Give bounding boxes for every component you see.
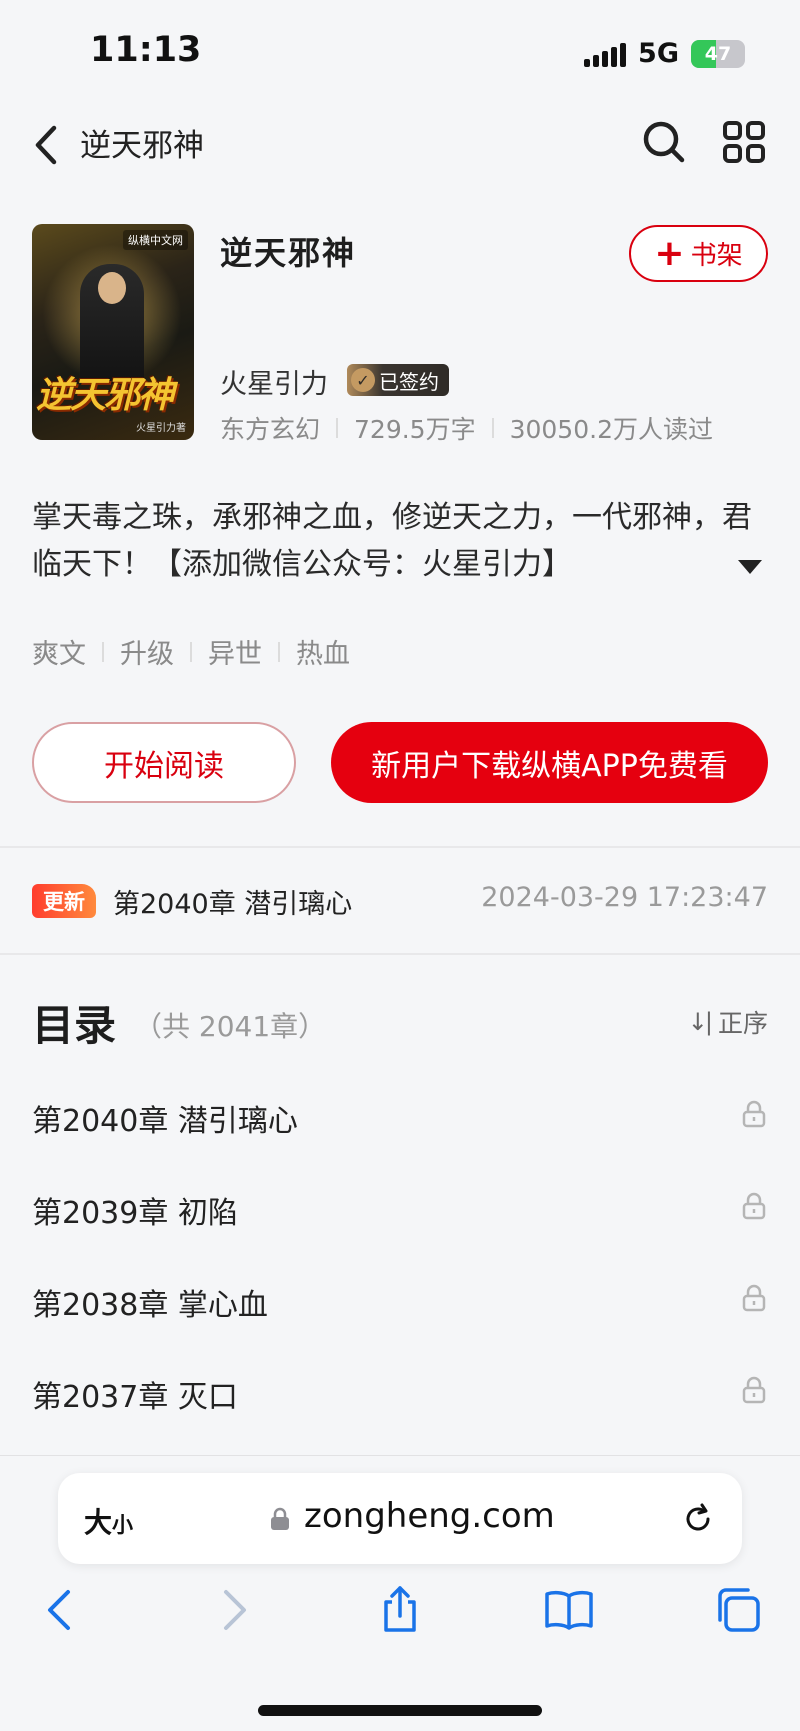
download-app-button[interactable]: 新用户下载纵横APP免费看 [331,722,768,803]
divider [0,953,800,955]
book-meta: 东方玄幻 729.5万字 30050.2万人读过 [220,410,713,446]
grid-menu-icon[interactable] [720,118,768,166]
back-arrow-icon[interactable] [28,122,64,168]
browser-back-icon[interactable] [36,1584,88,1636]
battery-icon: 47 [691,39,745,68]
browser-forward-icon[interactable] [206,1584,258,1636]
shelf-button-label: 书架 [690,241,743,271]
status-bar: 11:13 5G 47 [0,0,800,100]
share-icon[interactable] [374,1584,426,1636]
tag[interactable]: 爽文 [32,632,86,671]
chapter-title: 第2037章 灭口 [32,1380,238,1415]
search-icon[interactable] [640,118,688,166]
tabs-icon[interactable] [712,1584,764,1636]
lock-icon [742,1100,766,1128]
status-time: 11:13 [90,30,202,70]
tag[interactable]: 热血 [296,632,350,671]
text-size-button[interactable]: 大小 [84,1501,133,1541]
lock-icon [742,1284,766,1312]
signed-badge-label: 已签约 [379,369,439,394]
text-size-big: 大 [84,1506,113,1539]
sort-icon: ↓| [687,1008,713,1036]
page-title: 逆天邪神 [80,128,204,164]
text-size-small: 小 [112,1513,134,1537]
cover-publisher-logo: 纵横中文网 [123,230,188,250]
address-bar[interactable]: 大小 zongheng.com [58,1473,742,1564]
toc-chapter-count: （共 2041章） [134,1010,327,1043]
plus-icon: + [654,232,685,274]
author-name[interactable]: 火星引力 [220,362,328,401]
check-badge-icon: ✓ [351,368,375,392]
status-indicators: 5G 47 [584,38,745,69]
book-category: 东方玄幻 [220,415,321,444]
book-word-count: 729.5万字 [354,415,476,444]
chapter-list-item[interactable]: 第2037章 灭口 [0,1348,800,1440]
secure-lock-icon [271,1507,289,1530]
chapter-title: 第2040章 潜引璃心 [32,1104,298,1139]
cover-title: 逆天邪神 [36,374,174,416]
latest-update-row[interactable]: 更新 第2040章 潜引璃心 2024-03-29 17:23:47 [0,848,800,952]
battery-level: 47 [704,42,732,65]
chapter-title: 第2038章 掌心血 [32,1288,268,1323]
chapter-title: 第2039章 初陷 [32,1196,238,1231]
book-cover[interactable]: 纵横中文网 逆天邪神 火星引力著 [32,224,194,440]
bookmarks-icon[interactable] [543,1584,595,1636]
browser-bottom-bar: 大小 zongheng.com [0,1455,800,1731]
tag[interactable]: 升级 [120,632,174,671]
home-indicator [258,1705,542,1716]
book-intro: 掌天毒之珠，承邪神之血，修逆天之力，一代邪神，君临天下！【添加微信公众号：火星引… [32,500,752,582]
signed-badge: ✓ 已签约 [347,364,449,396]
start-reading-button[interactable]: 开始阅读 [32,722,296,803]
chapter-list-item[interactable]: 第2038章 掌心血 [0,1256,800,1348]
book-tags: 爽文 升级 异世 热血 [32,632,350,671]
network-type: 5G [638,38,679,69]
expand-caret-icon[interactable] [738,560,762,574]
add-to-shelf-button[interactable]: + 书架 [629,225,768,282]
toc-title: 目录 [32,1001,117,1050]
lock-icon [742,1376,766,1404]
lock-icon [742,1192,766,1220]
cover-author: 火星引力著 [136,423,186,434]
tag[interactable]: 异世 [208,632,262,671]
chapter-list-item[interactable]: 第2040章 潜引璃心 [0,1072,800,1164]
sort-order-label: 正序 [717,1009,768,1038]
chapter-list-item[interactable]: 第2039章 初陷 [0,1164,800,1256]
reload-icon[interactable] [680,1501,716,1537]
update-chapter-title: 第2040章 潜引璃心 [113,889,353,920]
sort-order-button[interactable]: ↓| 正序 [688,1004,768,1040]
update-badge: 更新 [32,884,96,918]
url-text: zongheng.com [304,1496,555,1536]
book-title: 逆天邪神 [220,234,357,272]
book-readers: 30050.2万人读过 [509,415,713,444]
cellular-signal-icon [584,41,627,67]
update-timestamp: 2024-03-29 17:23:47 [481,882,768,913]
page-header: 逆天邪神 [0,100,800,190]
